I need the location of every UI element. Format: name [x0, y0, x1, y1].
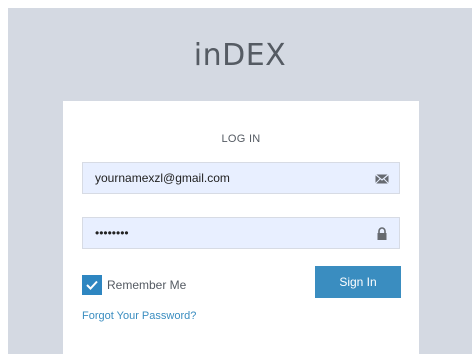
page-background: inDEX LOG IN yournamexzl@gmail.com Remem… [8, 8, 472, 354]
password-input[interactable] [83, 218, 363, 248]
login-heading: LOG IN [221, 133, 261, 145]
password-field-container [82, 217, 400, 249]
lock-icon [375, 227, 389, 240]
checkbox-checked-icon[interactable] [82, 275, 102, 295]
forgot-password-link[interactable]: Forgot Your Password? [82, 310, 196, 322]
remember-me-label: Remember Me [107, 278, 187, 292]
email-field-container [82, 162, 400, 194]
remember-me-checkbox[interactable]: Remember Me [82, 275, 186, 295]
app-logo-title: inDEX [193, 38, 287, 73]
login-card: LOG IN yournamexzl@gmail.com Remember Me… [63, 101, 419, 354]
sign-in-button[interactable]: Sign In [315, 266, 401, 298]
envelope-icon [375, 172, 389, 184]
email-input[interactable] [83, 163, 363, 193]
